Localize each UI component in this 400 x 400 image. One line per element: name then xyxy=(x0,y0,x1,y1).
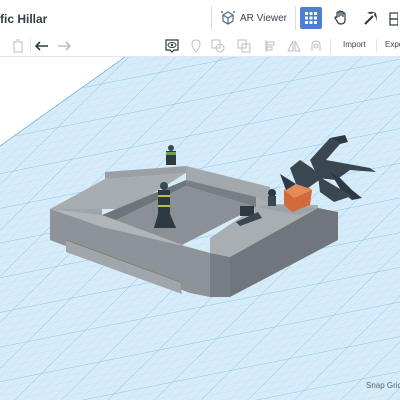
trash-icon xyxy=(13,39,23,53)
ar-viewer-button[interactable]: AR Viewer xyxy=(212,0,295,36)
top-header: fic Hillar AR Viewer xyxy=(0,0,400,37)
divider xyxy=(376,39,377,53)
header-actions: AR Viewer xyxy=(210,0,400,36)
show-notes-button[interactable] xyxy=(164,38,180,54)
ungroup-button[interactable] xyxy=(236,38,252,54)
mirror-icon xyxy=(287,40,301,52)
note-visibility-icon xyxy=(165,39,179,53)
mirror-button[interactable] xyxy=(286,38,302,54)
grid-view-icon xyxy=(300,7,322,29)
group-button[interactable] xyxy=(210,38,226,54)
redo-icon xyxy=(58,41,71,51)
undo-button[interactable] xyxy=(34,38,50,54)
export-button[interactable]: Expo xyxy=(385,40,400,49)
group-icon xyxy=(211,39,225,53)
cruise-icon xyxy=(311,40,321,51)
ar-cube-icon xyxy=(220,11,235,25)
3d-design-view-button[interactable] xyxy=(296,0,326,36)
pickaxe-icon xyxy=(364,11,377,25)
align-icon xyxy=(265,40,275,52)
delete-button[interactable] xyxy=(10,38,26,54)
design-title[interactable]: fic Hillar xyxy=(0,12,47,26)
tinker-hand-icon xyxy=(334,10,346,25)
notes-icon xyxy=(191,39,201,53)
ar-viewer-label: AR Viewer xyxy=(239,12,287,24)
redo-button[interactable] xyxy=(56,38,72,54)
divider xyxy=(330,39,331,53)
workplane-viewport[interactable] xyxy=(0,57,400,400)
cruise-button[interactable] xyxy=(308,38,324,54)
edit-toolbar: Import Expo xyxy=(0,36,400,57)
blocks-icon xyxy=(389,12,398,26)
notes-tool-button[interactable] xyxy=(188,38,204,54)
undo-icon xyxy=(35,41,48,51)
divider xyxy=(30,39,31,53)
sim-lab-button[interactable] xyxy=(326,0,356,36)
snap-grid-control[interactable]: Snap Grid xyxy=(366,381,400,390)
minecraft-pick-button[interactable] xyxy=(356,0,386,36)
blocks-button[interactable] xyxy=(386,0,400,36)
align-button[interactable] xyxy=(262,38,278,54)
ungroup-icon xyxy=(237,39,251,53)
workplane-canvas[interactable] xyxy=(0,57,400,400)
import-button[interactable]: Import xyxy=(343,40,366,49)
